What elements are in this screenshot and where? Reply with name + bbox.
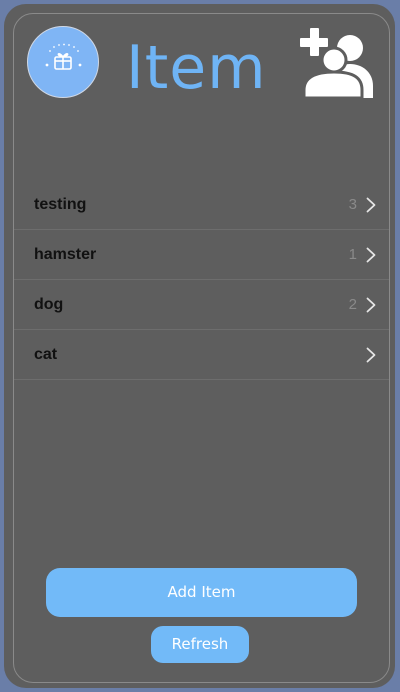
chevron-right-icon bbox=[366, 347, 376, 363]
item-name: testing bbox=[34, 196, 87, 213]
chevron-right-icon bbox=[366, 247, 376, 263]
list-item-dog[interactable]: dog 2 bbox=[14, 280, 389, 330]
item-count: 3 bbox=[348, 196, 357, 213]
chevron-right-icon bbox=[366, 297, 376, 313]
item-name: hamster bbox=[34, 246, 97, 263]
item-name: dog bbox=[34, 296, 64, 313]
add-user-icon[interactable] bbox=[300, 28, 376, 100]
page-title: Item bbox=[126, 33, 267, 103]
list-item-testing[interactable]: testing 3 bbox=[14, 180, 389, 230]
list-item-hamster[interactable]: hamster 1 bbox=[14, 230, 389, 280]
refresh-button[interactable]: Refresh bbox=[151, 626, 249, 663]
gift-box-logo-icon bbox=[27, 26, 99, 98]
item-count: 1 bbox=[348, 246, 357, 263]
item-list: testing 3 hamster 1 dog 2 cat bbox=[14, 180, 389, 380]
chevron-right-icon bbox=[366, 197, 376, 213]
item-count: 2 bbox=[348, 296, 357, 313]
item-name: cat bbox=[34, 346, 58, 363]
add-item-button[interactable]: Add Item bbox=[46, 568, 357, 617]
list-item-cat[interactable]: cat bbox=[14, 330, 389, 380]
